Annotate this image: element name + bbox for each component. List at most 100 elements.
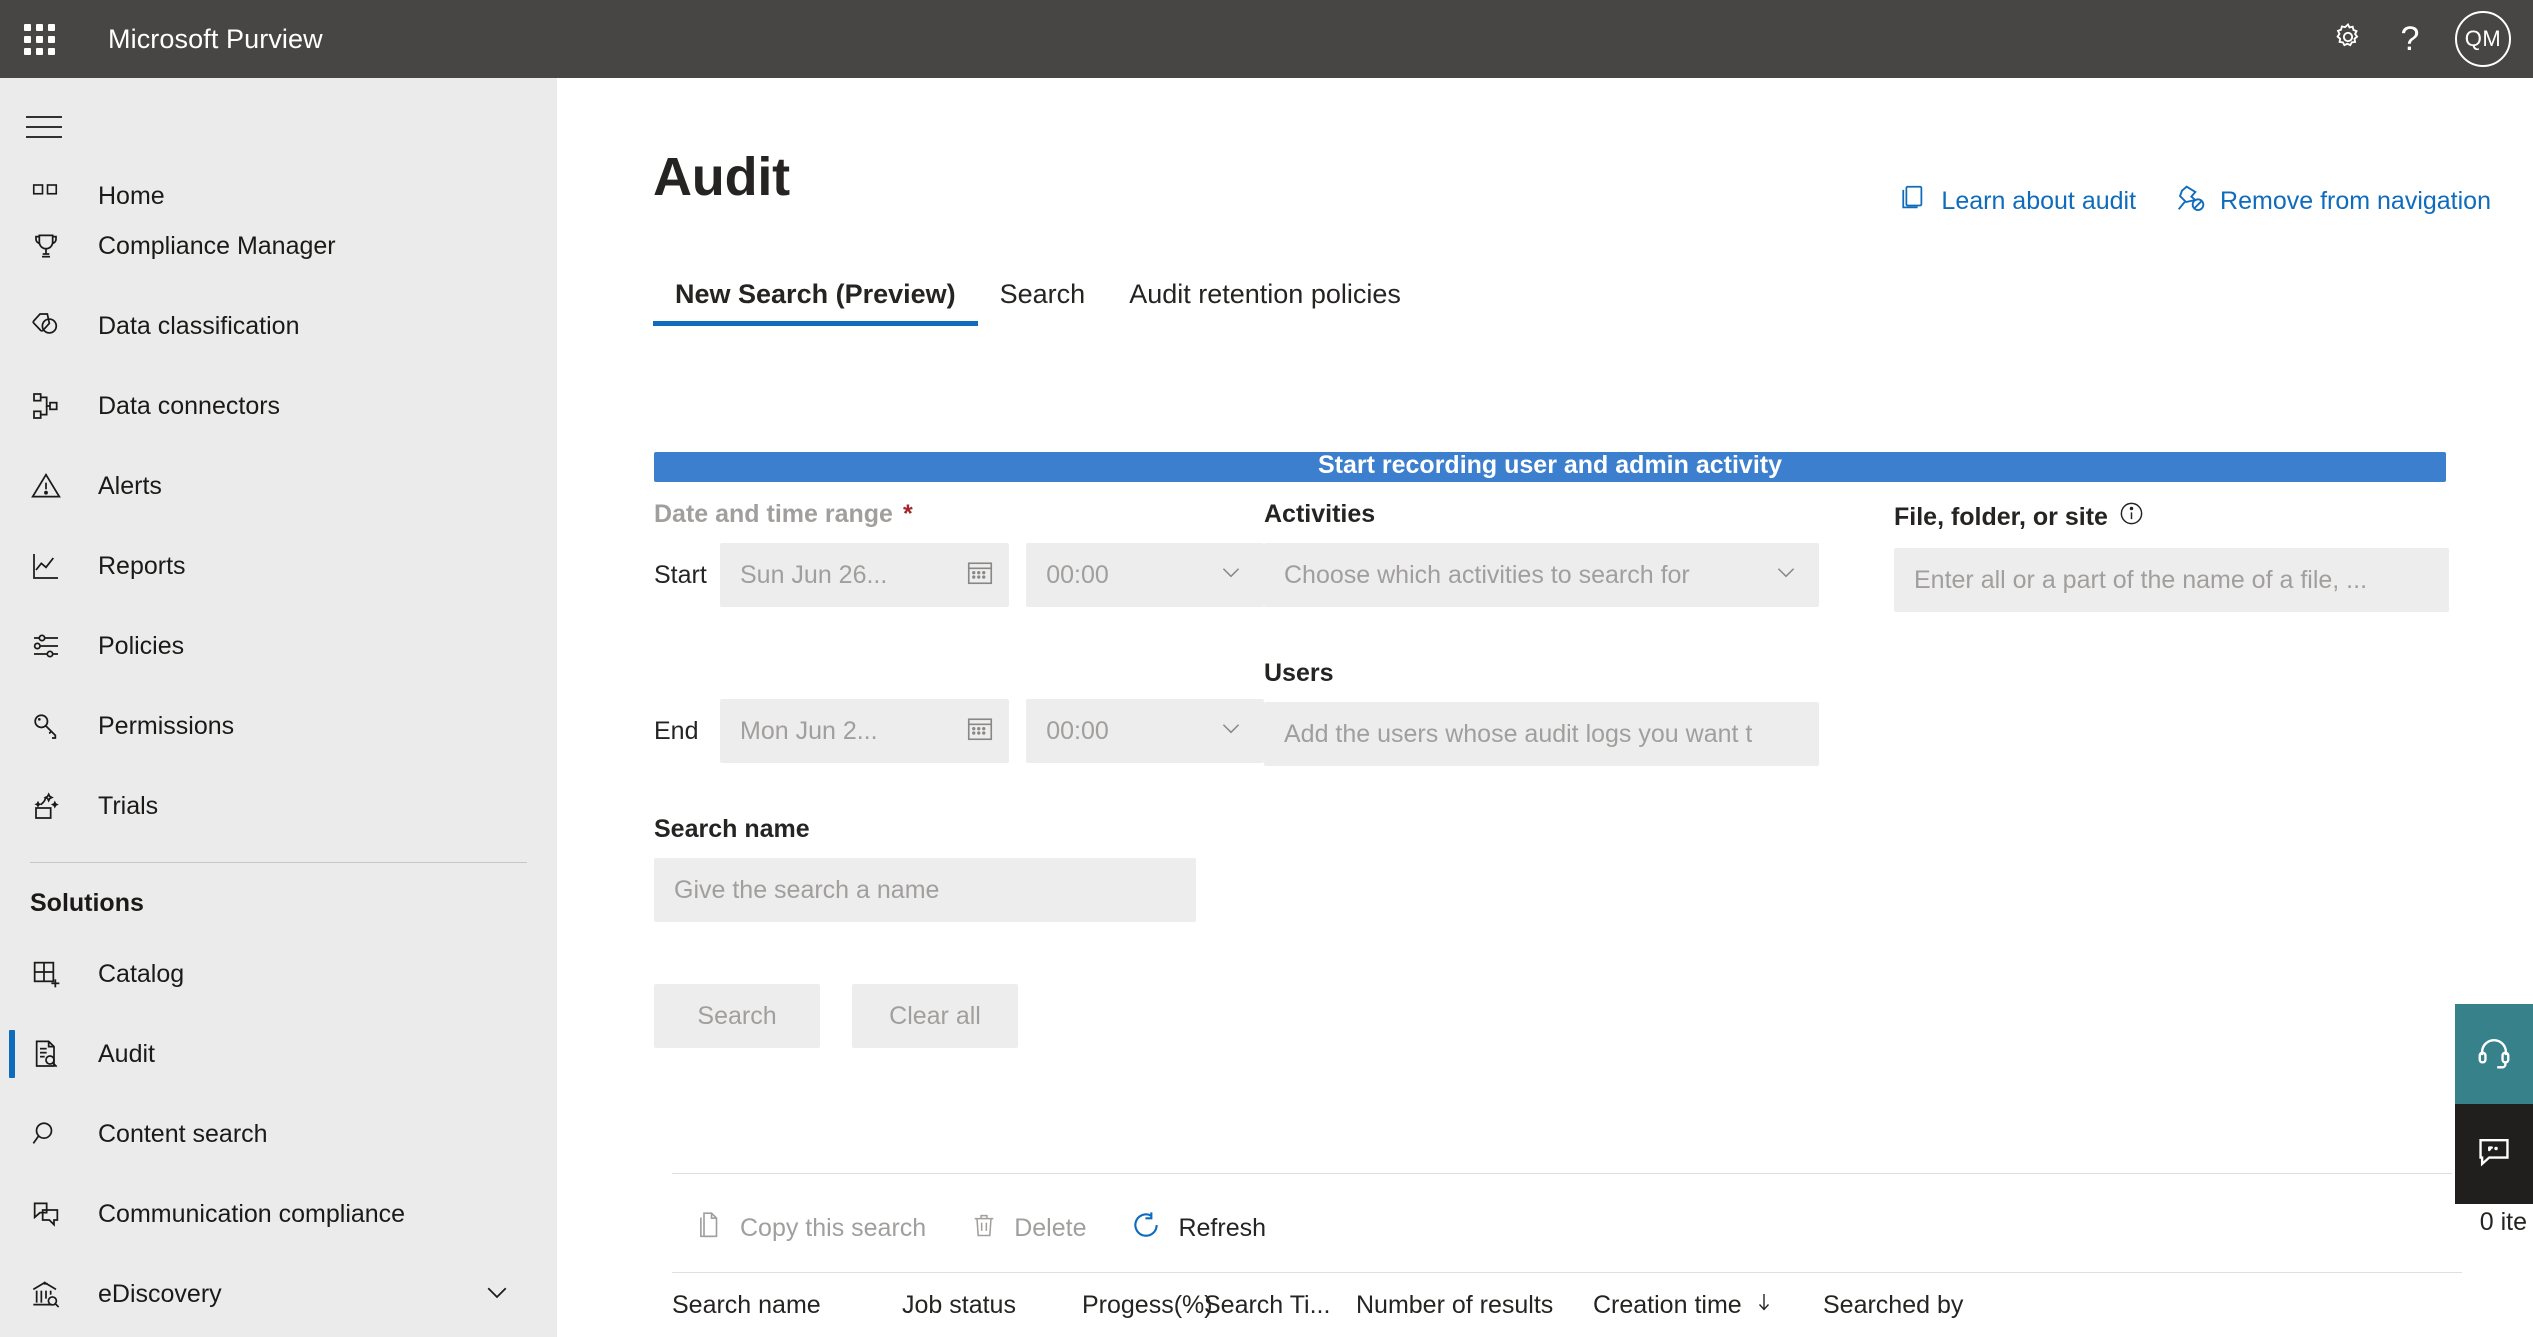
sidebar-item-data-connectors[interactable]: Data connectors [0,366,557,446]
chat-bubbles-icon [30,1197,72,1231]
sidebar-item-communication-compliance[interactable]: Communication compliance [0,1174,557,1254]
column-header-creation-time[interactable]: Creation time [1593,1290,1823,1321]
tab-audit-retention-policies[interactable]: Audit retention policies [1107,279,1423,326]
audit-document-search-icon [30,1037,72,1071]
learn-about-audit-link[interactable]: Learn about audit [1897,183,2136,220]
sidebar-item-label: Compliance Manager [98,231,336,260]
date-range-label: Date and time range * [654,500,1264,529]
table-header-divider [672,1272,2462,1273]
warning-triangle-icon [30,469,72,503]
search-name-label: Search name [654,815,810,843]
calendar-icon [965,713,995,750]
form-buttons: Search Clear all [654,984,1264,1048]
activities-placeholder: Choose which activities to search for [1284,560,1690,589]
sliders-icon [30,629,72,663]
sidebar-item-permissions[interactable]: Permissions [0,686,557,766]
chevron-down-icon [1773,559,1799,592]
sidebar-item-data-classification[interactable]: Data classification [0,286,557,366]
column-header-label: Progess(%) [1082,1291,1213,1319]
users-input[interactable]: Add the users whose audit logs you want … [1264,702,1819,766]
settings-button[interactable] [2317,0,2379,78]
activities-users-column: Activities Choose which activities to se… [1264,500,1894,1048]
refresh-command[interactable]: Refresh [1108,1196,1288,1260]
remove-from-navigation-link[interactable]: Remove from navigation [2174,182,2491,221]
tab-new-search-preview[interactable]: New Search (Preview) [653,279,978,326]
chevron-down-icon [1218,559,1244,592]
end-time-dropdown[interactable]: 00:00 [1026,699,1264,763]
bank-search-icon [30,1277,72,1311]
suite-header: Microsoft Purview ? QM [0,0,2533,78]
sidebar-item-audit[interactable]: Audit [0,1014,557,1094]
start-time-dropdown[interactable]: 00:00 [1026,543,1264,607]
column-header-progress[interactable]: Progess(%) [1082,1291,1213,1320]
end-datetime-row: End Mon Jun 2... 00:00 [654,699,1264,763]
column-header-label: Search name [672,1291,821,1319]
date-range-column: Date and time range * Start Sun Jun 26..… [654,500,1264,1048]
end-label: End [654,716,699,745]
sidebar-item-label: Reports [98,551,186,580]
file-folder-site-input[interactable]: Enter all or a part of the name of a fil… [1894,548,2449,612]
gear-icon [2332,21,2364,58]
sidebar-item-policies[interactable]: Policies [0,606,557,686]
activities-dropdown[interactable]: Choose which activities to search for [1264,543,1819,607]
start-date-input[interactable]: Sun Jun 26... [720,543,1010,607]
tab-search[interactable]: Search [978,279,1108,326]
clear-all-button[interactable]: Clear all [852,984,1018,1048]
avatar[interactable]: QM [2455,11,2511,67]
column-header-label: Number of results [1356,1291,1554,1319]
start-time-value: 00:00 [1046,560,1109,589]
unpin-icon [2174,182,2206,221]
sidebar-item-label: Policies [98,631,185,660]
start-label: Start [654,560,707,589]
file-folder-site-label-text: File, folder, or site [1894,502,2108,531]
required-marker: * [902,500,913,528]
question-mark-icon: ? [2400,20,2420,58]
app-launcher-button[interactable] [0,0,78,78]
sidebar-item-alerts[interactable]: Alerts [0,446,557,526]
start-recording-banner[interactable]: Start recording user and admin activity [654,452,2446,482]
column-header-search-time[interactable]: Search Ti... [1204,1291,1356,1320]
nav-section-title: Solutions [30,889,144,917]
copy-this-search-command[interactable]: Copy this search [672,1196,948,1260]
nav-collapse-button[interactable] [26,78,104,152]
users-group: Users Add the users whose audit logs you… [1264,659,1894,766]
sidebar-item-reports[interactable]: Reports [0,526,557,606]
sidebar-item-catalog[interactable]: Catalog [0,934,557,1014]
sidebar-item-label: eDiscovery [98,1279,222,1308]
column-header-job-status[interactable]: Job status [902,1291,1082,1320]
sidebar-item-content-search[interactable]: Content search [0,1094,557,1174]
trash-icon [970,1211,998,1246]
info-circle-icon[interactable] [2118,500,2145,534]
chevron-down-icon [1218,715,1244,748]
home-icon [30,180,72,206]
magnifier-icon [30,1117,72,1151]
delete-command[interactable]: Delete [948,1196,1108,1260]
sidebar-item-label: Communication compliance [98,1199,406,1228]
help-button[interactable]: ? [2379,0,2441,78]
feedback-widget-button[interactable] [2455,1104,2533,1204]
date-range-label-text: Date and time range [654,500,893,528]
search-name-input[interactable]: Give the search a name [654,858,1196,922]
sidebar-item-compliance-manager[interactable]: Compliance Manager [0,206,557,286]
column-header-label: Search Ti... [1204,1291,1331,1319]
calendar-icon [965,557,995,594]
file-folder-site-column: File, folder, or site Enter all or a par… [1894,500,2454,1048]
chevron-down-icon[interactable] [482,1277,512,1312]
sidebar-item-label: Trials [98,791,159,820]
sidebar-item-home[interactable]: Home [0,152,557,206]
sidebar-item-ediscovery[interactable]: eDiscovery [0,1254,557,1334]
start-date-placeholder: Sun Jun 26... [740,560,888,589]
sidebar-item-trials[interactable]: Trials [0,766,557,846]
search-button[interactable]: Search [654,984,820,1048]
nav-divider [30,862,527,863]
column-header-search-name[interactable]: Search name [672,1291,902,1320]
search-name-placeholder: Give the search a name [674,875,940,904]
support-widget-button[interactable] [2455,1004,2533,1104]
column-header-searched-by[interactable]: Searched by [1823,1291,2023,1320]
end-date-input[interactable]: Mon Jun 2... [720,699,1010,763]
column-header-label: Searched by [1823,1291,1964,1319]
chat-quote-icon [2475,1133,2513,1176]
line-chart-icon [30,549,72,583]
command-label: Delete [1014,1213,1087,1242]
column-header-number-of-results[interactable]: Number of results [1356,1291,1593,1320]
